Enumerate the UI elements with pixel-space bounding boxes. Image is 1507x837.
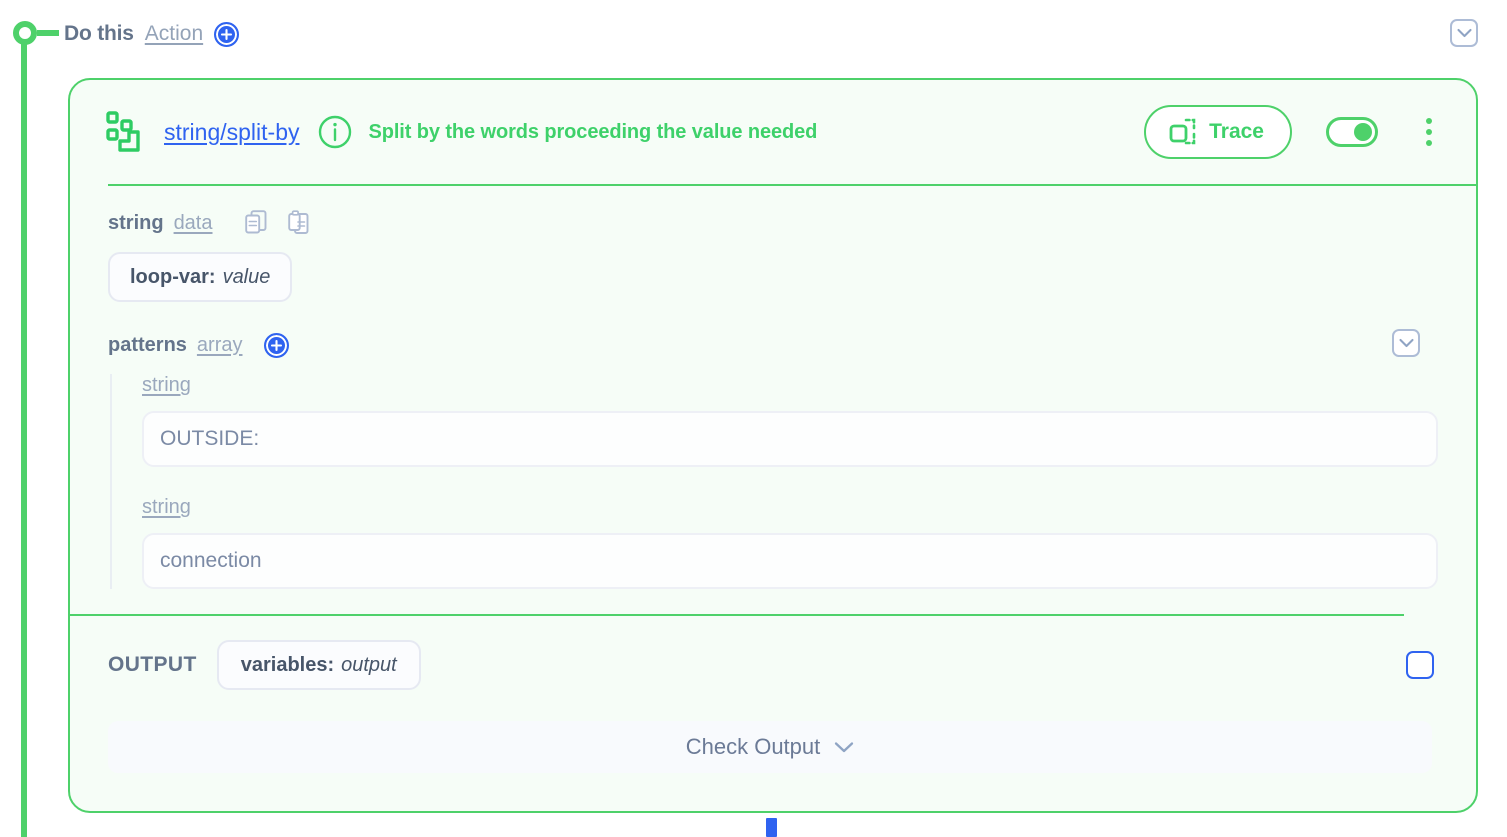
- plus-circle-icon: [271, 339, 283, 351]
- pattern-input-value: connection: [160, 549, 262, 572]
- add-pattern-button[interactable]: [264, 332, 290, 358]
- node-description: Split by the words proceeding the value …: [368, 120, 818, 143]
- add-action-button[interactable]: [214, 21, 240, 47]
- flow-node-dot[interactable]: [13, 21, 37, 45]
- pattern-item: string connection: [142, 496, 1476, 589]
- pattern-item-type[interactable]: string: [142, 496, 191, 518]
- pattern-input-0[interactable]: OUTSIDE:: [142, 411, 1438, 467]
- field-key-string: string: [108, 211, 164, 234]
- action-card: string/split-by Split by the words proce…: [68, 78, 1478, 813]
- step-type-link[interactable]: Action: [145, 22, 203, 46]
- card-header-actions: Trace: [1144, 105, 1442, 159]
- card-menu-button[interactable]: [1416, 115, 1442, 149]
- paste-icon[interactable]: [287, 210, 310, 236]
- toggle-knob: [1354, 123, 1372, 141]
- field-row-string: string data: [108, 208, 1476, 238]
- kebab-dot: [1426, 118, 1432, 124]
- pattern-item: string OUTSIDE:: [142, 374, 1476, 467]
- check-output-label: Check Output: [685, 734, 821, 759]
- output-checkbox[interactable]: [1406, 651, 1434, 679]
- pattern-input-1[interactable]: connection: [142, 533, 1438, 589]
- collapse-step-button[interactable]: [1450, 19, 1478, 47]
- check-output-bar[interactable]: Check Output: [108, 721, 1432, 773]
- output-label: OUTPUT: [108, 653, 197, 676]
- string-value-pill[interactable]: loop-var: value: [108, 252, 293, 302]
- collapse-patterns-button[interactable]: [1392, 329, 1420, 357]
- step-label: Do this: [64, 22, 134, 45]
- output-pill-name: variables:: [240, 653, 335, 676]
- output-variable-pill[interactable]: variables: output: [216, 640, 421, 690]
- field-row-patterns: patterns array: [108, 329, 1476, 360]
- chevron-down-icon: [1456, 28, 1472, 38]
- trace-button[interactable]: Trace: [1144, 105, 1292, 159]
- action-card-body: string data loop-var: value patterns arr…: [70, 208, 1476, 773]
- plus-circle-icon: [221, 28, 233, 40]
- action-card-header: string/split-by Split by the words proce…: [70, 80, 1476, 184]
- output-row: OUTPUT variables: output: [108, 639, 1476, 691]
- trace-label: Trace: [1209, 120, 1264, 143]
- chevron-down-icon: [835, 741, 854, 752]
- info-circle-icon[interactable]: [318, 115, 352, 149]
- pattern-item-type[interactable]: string: [142, 374, 191, 396]
- split-blocks-icon: [106, 111, 140, 152]
- next-step-connector: [766, 818, 777, 837]
- kebab-dot: [1426, 140, 1432, 146]
- enable-toggle[interactable]: [1326, 117, 1378, 147]
- flow-rail: [21, 33, 27, 837]
- trace-frame-icon: [1169, 118, 1196, 145]
- field-type-array[interactable]: array: [197, 334, 243, 357]
- flow-rail-stub: [37, 30, 59, 36]
- patterns-list: string OUTSIDE: string connection: [110, 374, 1476, 589]
- pill-variable-value: value: [222, 265, 271, 288]
- output-divider: [70, 614, 1404, 616]
- kebab-dot: [1426, 129, 1432, 135]
- pill-variable-name: loop-var:: [130, 265, 216, 288]
- output-pill-value: output: [341, 653, 397, 676]
- field-type-data[interactable]: data: [174, 212, 213, 235]
- step-header: Do this Action: [64, 17, 240, 51]
- header-divider: [108, 184, 1476, 186]
- pattern-input-value: OUTSIDE:: [160, 427, 260, 450]
- copy-icon[interactable]: [244, 210, 267, 236]
- node-name-link[interactable]: string/split-by: [164, 119, 299, 146]
- field-key-patterns: patterns: [108, 333, 187, 356]
- chevron-down-icon: [1398, 338, 1414, 348]
